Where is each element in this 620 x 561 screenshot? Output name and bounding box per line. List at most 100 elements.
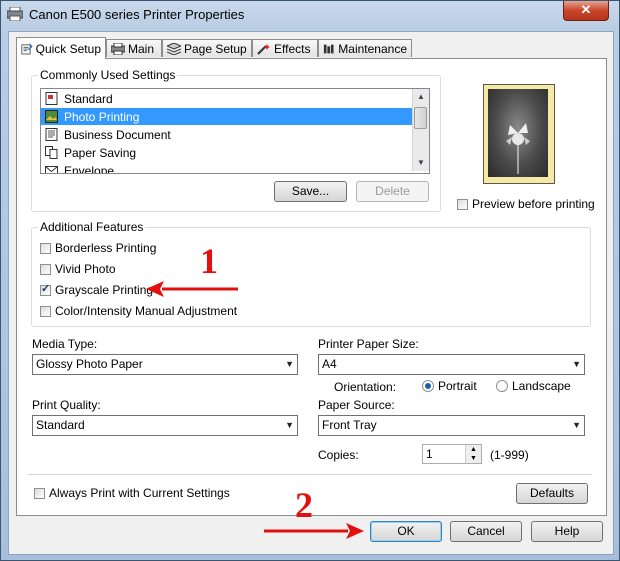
help-button[interactable]: Help [531, 521, 603, 542]
paper-size-select[interactable]: A4 ▼ [318, 354, 585, 375]
landscape-radio[interactable]: Landscape [496, 379, 571, 393]
step-2-arrow-icon [264, 523, 364, 539]
envelope-icon [45, 166, 58, 173]
step-1-annotation: 1 [200, 241, 218, 281]
always-print-checkbox[interactable]: Always Print with Current Settings [34, 486, 230, 500]
standard-icon [45, 92, 58, 105]
select-value: Standard [36, 418, 85, 432]
tab-effects[interactable]: Effects [252, 39, 318, 57]
close-button[interactable]: ✕ [563, 1, 609, 21]
paper-source-select[interactable]: Front Tray ▼ [318, 415, 585, 436]
radio-label: Landscape [512, 379, 571, 393]
media-type-label: Media Type: [32, 337, 98, 351]
radio-dot [496, 380, 508, 392]
list-item[interactable]: Standard [41, 90, 412, 107]
print-quality-select[interactable]: Standard ▼ [32, 415, 298, 436]
save-button[interactable]: Save... [274, 181, 347, 202]
borderless-printing-checkbox[interactable]: Borderless Printing [40, 241, 156, 255]
main-icon [111, 42, 125, 55]
vivid-photo-checkbox[interactable]: Vivid Photo [40, 262, 116, 276]
grayscale-printing-checkbox[interactable]: Grayscale Printing [40, 282, 154, 297]
checkbox-label: Borderless Printing [55, 241, 157, 255]
copies-spinner[interactable]: 1 ▲ ▼ [422, 444, 482, 464]
orientation-label: Orientation: [334, 380, 397, 394]
step-1-arrow-icon [146, 281, 238, 297]
list-item-label: Business Document [64, 127, 171, 142]
ok-button[interactable]: OK [370, 521, 442, 542]
chevron-down-icon: ▼ [572, 420, 581, 430]
paper-saving-icon [45, 146, 58, 159]
list-item[interactable]: Envelope [41, 162, 412, 174]
tab-page-setup[interactable]: Page Setup [162, 39, 252, 57]
tab-quick-setup[interactable]: Quick Setup [16, 37, 106, 59]
tab-main[interactable]: Main [106, 39, 162, 57]
radio-dot [422, 380, 434, 392]
checkbox-box [34, 487, 45, 499]
checkbox-box [457, 198, 468, 210]
color-intensity-checkbox[interactable]: Color/Intensity Manual Adjustment [40, 304, 237, 318]
list-item-label: Envelope [64, 163, 115, 174]
chevron-down-icon: ▼ [285, 420, 294, 430]
window-title: Canon E500 series Printer Properties [29, 7, 245, 22]
paper-source-label: Paper Source: [318, 398, 395, 412]
group-label: Additional Features [38, 220, 146, 234]
checkbox-box [40, 242, 51, 254]
page-setup-icon [167, 42, 181, 55]
quick-setup-icon [21, 43, 33, 54]
checkbox-label: Preview before printing [472, 197, 595, 211]
tab-label: Main [128, 41, 155, 56]
checkbox-box [40, 263, 51, 275]
list-item-label: Standard [64, 91, 113, 106]
defaults-button[interactable]: Defaults [516, 483, 588, 504]
scroll-up-icon[interactable]: ▲ [413, 89, 429, 105]
printer-icon [7, 7, 23, 21]
list-item-label: Paper Saving [64, 145, 137, 160]
portrait-radio[interactable]: Portrait [422, 379, 477, 393]
checkbox-box [40, 282, 51, 296]
maintenance-icon [323, 44, 334, 53]
list-item[interactable]: Business Document [41, 126, 412, 143]
checkbox-label: Always Print with Current Settings [49, 486, 230, 500]
group-label: Commonly Used Settings [38, 68, 178, 82]
tab-label: Effects [274, 41, 311, 56]
list-item[interactable]: Photo Printing [41, 108, 412, 125]
list-scrollbar[interactable]: ▲ ▼ [412, 89, 429, 171]
scroll-down-icon[interactable]: ▼ [413, 155, 429, 171]
select-value: Glossy Photo Paper [36, 357, 143, 371]
checkbox-label: Color/Intensity Manual Adjustment [55, 304, 238, 318]
tab-label: Page Setup [184, 41, 247, 56]
scroll-thumb[interactable] [414, 107, 427, 129]
select-value: Front Tray [322, 418, 377, 432]
preview-before-printing-checkbox[interactable]: Preview before printing [457, 197, 595, 211]
select-value: A4 [322, 357, 337, 371]
print-quality-label: Print Quality: [32, 398, 101, 412]
cancel-button[interactable]: Cancel [450, 521, 522, 542]
media-type-select[interactable]: Glossy Photo Paper ▼ [32, 354, 298, 375]
radio-label: Portrait [438, 379, 477, 393]
effects-icon [257, 43, 270, 55]
copies-value: 1 [426, 447, 433, 461]
delete-button[interactable]: Delete [356, 181, 429, 202]
flower-butterfly-image [506, 123, 530, 174]
print-preview-thumbnail [483, 84, 555, 184]
copies-label: Copies: [318, 448, 359, 462]
title-bar[interactable]: Canon E500 series Printer Properties ✕ [1, 1, 619, 29]
checkbox-label: Grayscale Printing [55, 283, 154, 297]
tab-maintenance[interactable]: Maintenance [318, 39, 412, 57]
tab-label: Quick Setup [35, 41, 101, 56]
list-item-label: Photo Printing [64, 109, 140, 124]
chevron-down-icon: ▼ [285, 359, 294, 369]
preview-image [488, 89, 548, 177]
copies-range: (1-999) [490, 448, 529, 462]
checkbox-box [40, 305, 51, 317]
spin-up-icon[interactable]: ▲ [465, 445, 481, 454]
list-item[interactable]: Paper Saving [41, 144, 412, 161]
tab-label: Maintenance [338, 41, 407, 56]
photo-icon [45, 110, 58, 123]
chevron-down-icon: ▼ [572, 359, 581, 369]
document-icon [45, 128, 58, 141]
common-settings-list[interactable]: Standard Photo Printing Business Documen… [40, 88, 430, 174]
paper-size-label: Printer Paper Size: [318, 337, 419, 351]
spin-down-icon[interactable]: ▼ [465, 454, 481, 463]
divider [28, 474, 592, 475]
